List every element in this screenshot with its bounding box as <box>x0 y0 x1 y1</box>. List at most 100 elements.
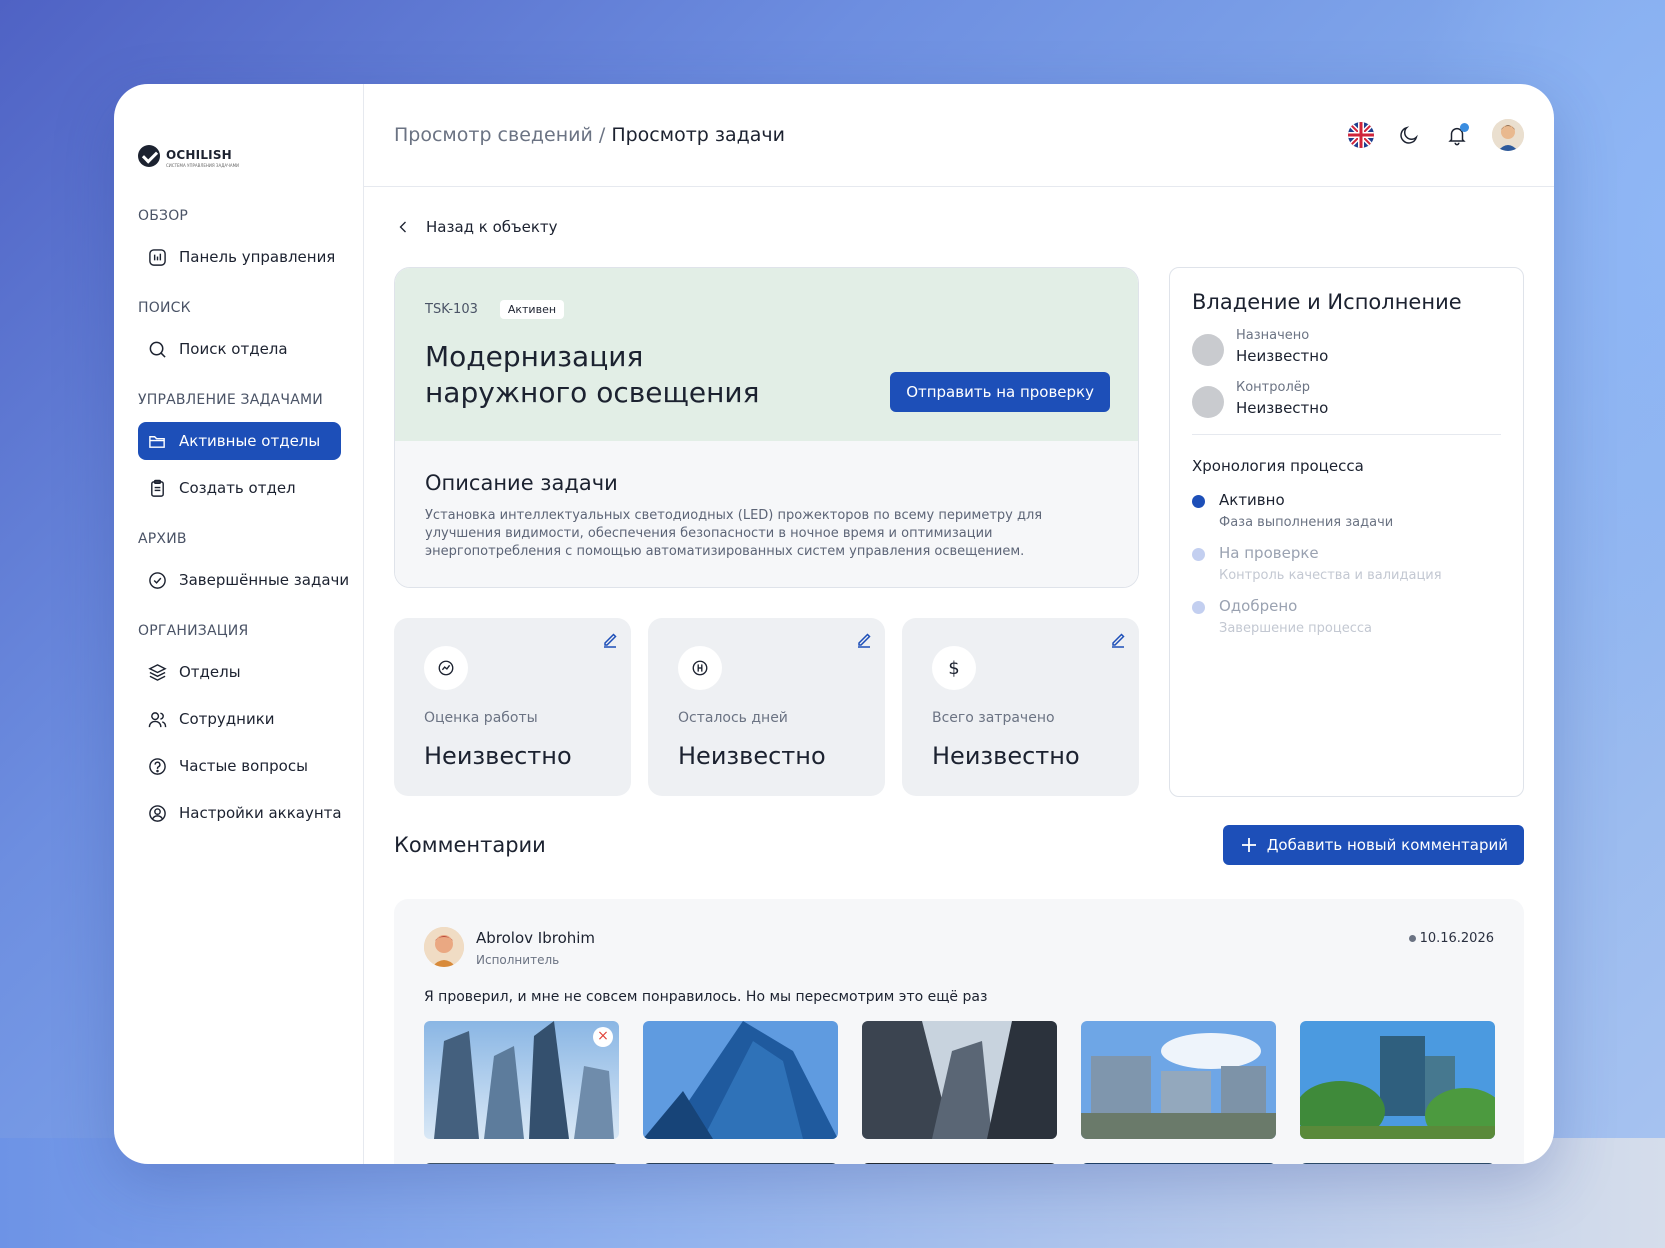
search-icon <box>149 341 166 358</box>
submit-for-review-button[interactable]: Отправить на проверку <box>890 372 1110 412</box>
topbar: Просмотр сведений / Просмотр задачи <box>364 84 1554 187</box>
check-circle-icon <box>149 571 166 589</box>
brand-tagline: СИСТЕМА УПРАВЛЕНИЯ ЗАДАЧАМИ <box>166 163 240 168</box>
stat-card-days-left: Осталось дней Неизвестно <box>648 618 885 796</box>
task-title-line-1: Модернизация <box>425 340 644 373</box>
nav-section-search: ПОИСК Поиск отдела <box>138 300 341 368</box>
divider <box>1192 434 1501 435</box>
edit-pencil-icon[interactable] <box>601 630 619 648</box>
add-comment-button[interactable]: Добавить новый комментарий <box>1222 825 1524 865</box>
nav-section-organization: ОРГАНИЗАЦИЯ Отделы Сотрудники Частые воп… <box>138 623 342 832</box>
sidebar: OCHILISH СИСТЕМА УПРАВЛЕНИЯ ЗАДАЧАМИ ОБЗ… <box>114 84 364 1164</box>
edit-pencil-icon[interactable] <box>855 630 873 648</box>
person-role: Контролёр <box>1236 380 1311 395</box>
description-text: Установка интеллектуальных светодиодных … <box>425 508 1043 559</box>
sidebar-item-create-department[interactable]: Создать отдел <box>138 469 341 507</box>
bell-icon[interactable] <box>1444 122 1470 148</box>
timeline-dot <box>1192 601 1205 614</box>
photo-thumbnail[interactable] <box>643 1021 838 1139</box>
timeline-dot <box>1192 495 1205 508</box>
add-comment-label: Добавить новый комментарий <box>1266 836 1508 854</box>
task-card: TSK-103 Активен Модернизация наружного о… <box>394 267 1139 588</box>
sidebar-item-account-settings[interactable]: Настройки аккаунта <box>138 794 342 832</box>
brand-name: OCHILISH <box>166 148 232 162</box>
sidebar-item-label: Завершённые задачи <box>179 571 350 589</box>
main-area: Просмотр сведений / Просмотр задачи Наза… <box>364 84 1554 1164</box>
sidebar-item-completed-tasks[interactable]: Завершённые задачи <box>138 561 349 599</box>
photo-thumbnail[interactable] <box>424 1163 619 1164</box>
stats-row: Оценка работы Неизвестно Осталось дней Н… <box>394 618 1139 796</box>
comment-header: Abrolov Ibrohim Исполнитель 10.16.2026 <box>424 927 1494 967</box>
photo-thumbnail[interactable]: × <box>424 1021 619 1139</box>
sidebar-item-label: Панель управления <box>179 248 336 266</box>
edit-pencil-icon[interactable] <box>1109 630 1127 648</box>
controller-person: Контролёр Неизвестно <box>1192 380 1501 418</box>
top-row: TSK-103 Активен Модернизация наружного о… <box>394 267 1524 797</box>
sidebar-item-departments[interactable]: Отделы <box>138 653 341 691</box>
sidebar-item-dashboard[interactable]: Панель управления <box>138 238 341 276</box>
stat-value: Неизвестно <box>932 742 1080 770</box>
timeline-name: Одобрено <box>1219 597 1298 615</box>
timeline-item-approved: Одобрено Завершение процесса <box>1192 597 1501 636</box>
status-badge: Активен <box>499 300 565 319</box>
users-icon <box>148 711 167 727</box>
topbar-actions <box>1348 119 1524 151</box>
nav-section-title: УПРАВЛЕНИЕ ЗАДАЧАМИ <box>138 392 323 408</box>
breadcrumb: Просмотр сведений / Просмотр задачи <box>394 124 785 146</box>
sidebar-item-search-department[interactable]: Поиск отдела <box>138 330 341 368</box>
photo-thumbnail[interactable] <box>1081 1163 1276 1164</box>
timeline-item-review: На проверке Контроль качества и валидаци… <box>1192 544 1501 583</box>
moon-icon[interactable] <box>1396 122 1422 148</box>
nav-section-title: ОРГАНИЗАЦИЯ <box>138 623 249 639</box>
sidebar-item-label: Частые вопросы <box>179 757 308 775</box>
photo-thumbnail[interactable] <box>862 1163 1057 1164</box>
nav-section-archive: АРХИВ Завершённые задачи <box>138 531 349 599</box>
person-role: Назначено <box>1236 328 1310 343</box>
breadcrumb-current: Просмотр задачи <box>611 124 785 146</box>
person-name: Неизвестно <box>1236 399 1329 417</box>
logo: OCHILISH СИСТЕМА УПРАВЛЕНИЯ ЗАДАЧАМИ <box>138 144 341 168</box>
sidebar-item-label: Поиск отдела <box>179 340 288 358</box>
breadcrumb-parent[interactable]: Просмотр сведений <box>394 124 593 146</box>
nav-section-title: ОБЗОР <box>138 208 189 224</box>
nav-section-task-management: УПРАВЛЕНИЕ ЗАДАЧАМИ Активные отделы Созд… <box>138 392 341 507</box>
dashboard-icon <box>149 248 166 266</box>
comments-title: Комментарии <box>394 833 546 857</box>
avatar <box>1192 386 1224 418</box>
sidebar-item-label: Настройки аккаунта <box>179 804 342 822</box>
sidebar-item-active-departments[interactable]: Активные отделы <box>138 422 341 460</box>
breadcrumb-separator: / <box>598 124 606 146</box>
back-label: Назад к объекту <box>426 218 558 236</box>
photo-thumbnail[interactable] <box>862 1021 1057 1139</box>
avatar <box>1192 334 1224 366</box>
user-avatar[interactable] <box>1492 119 1524 151</box>
photo-thumbnail[interactable] <box>643 1163 838 1164</box>
timeline-name: На проверке <box>1219 544 1319 562</box>
back-link[interactable]: Назад к объекту <box>394 217 1524 237</box>
photo-thumbnail[interactable] <box>1300 1163 1495 1164</box>
stat-card-total-spent: $ Всего затрачено Неизвестно <box>902 618 1139 796</box>
sidebar-item-label: Сотрудники <box>179 710 275 728</box>
sidebar-item-faq[interactable]: Частые вопросы <box>138 747 341 785</box>
stat-card-work-estimate: Оценка работы Неизвестно <box>394 618 631 796</box>
comment-date: 10.16.2026 <box>1409 931 1494 946</box>
language-uk-flag-icon[interactable] <box>1348 122 1374 148</box>
stat-label: Всего затрачено <box>932 710 1055 726</box>
sidebar-item-employees[interactable]: Сотрудники <box>138 700 341 738</box>
comment-text: Я проверил, и мне не совсем понравилось.… <box>424 989 988 1005</box>
description-title: Описание задачи <box>425 471 618 495</box>
app-window: OCHILISH СИСТЕМА УПРАВЛЕНИЯ ЗАДАЧАМИ ОБЗ… <box>114 84 1554 1164</box>
timeline-sub: Контроль качества и валидация <box>1219 568 1442 583</box>
timer-icon <box>678 646 722 690</box>
photo-thumbnail[interactable] <box>1300 1021 1495 1139</box>
task-column: TSK-103 Активен Модернизация наружного о… <box>394 267 1139 797</box>
remove-photo-icon[interactable]: × <box>593 1027 613 1047</box>
layers-icon <box>148 663 167 681</box>
photo-thumbnail[interactable] <box>1081 1021 1276 1139</box>
task-description-section: Описание задачи Установка интеллектуальн… <box>395 441 1138 587</box>
timeline-item-active: Активно Фаза выполнения задачи <box>1192 491 1501 530</box>
timeline-title: Хронология процесса <box>1192 457 1364 475</box>
comment-role: Исполнитель <box>476 953 560 967</box>
person-name: Неизвестно <box>1236 347 1329 365</box>
help-icon <box>149 757 166 775</box>
